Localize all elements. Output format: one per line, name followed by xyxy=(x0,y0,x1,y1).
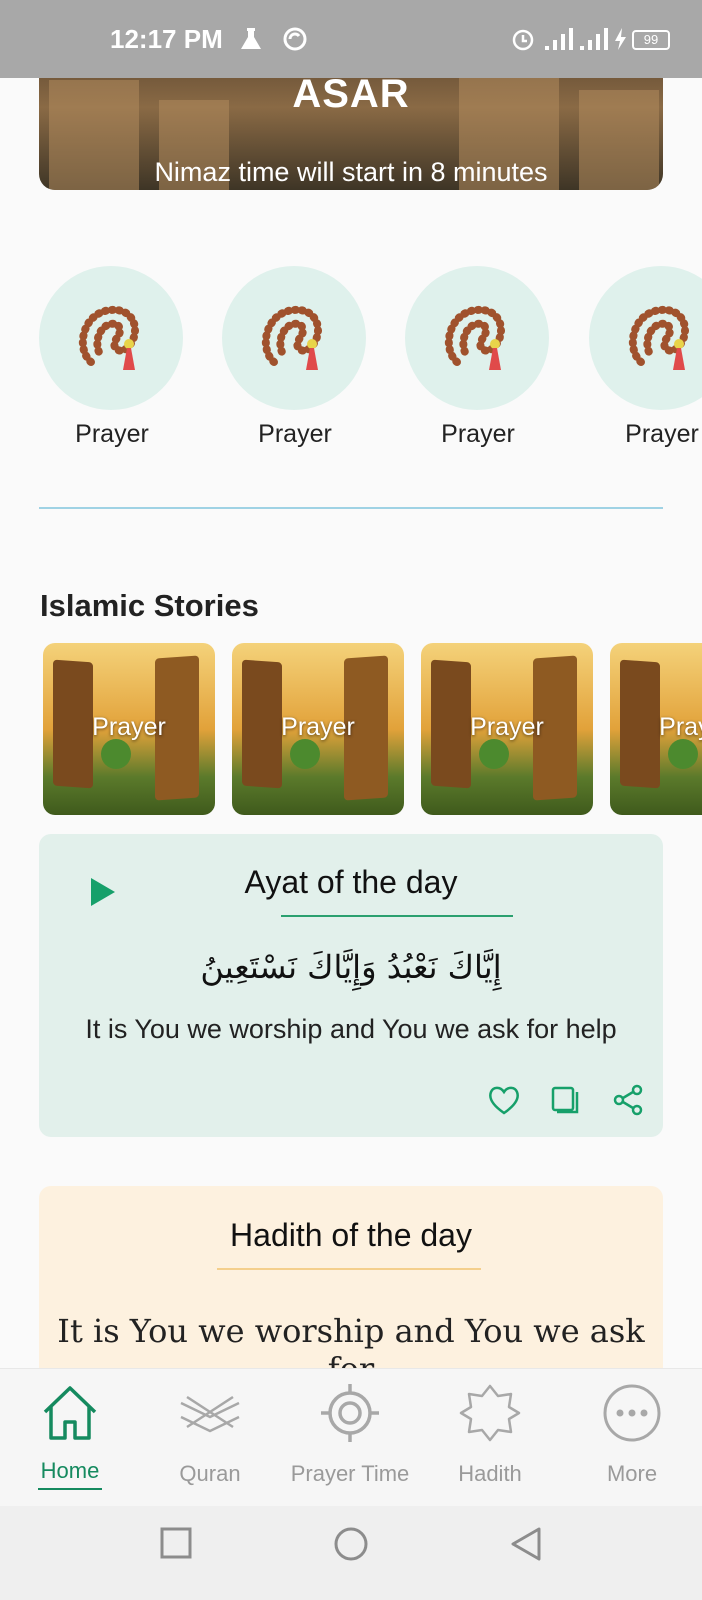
stories-carousel[interactable]: Prayer Prayer Prayer Prayer xyxy=(0,643,702,817)
story-label: Prayer xyxy=(92,713,166,741)
story-label: Prayer xyxy=(659,713,702,741)
nav-label: Hadith xyxy=(458,1461,522,1486)
shortcut-label: Prayer xyxy=(625,420,699,448)
status-time: 12:17 PM xyxy=(110,24,223,54)
story-card[interactable]: Prayer xyxy=(43,643,215,815)
shortcut-prayer[interactable]: Prayer xyxy=(589,266,702,449)
home-circle-icon[interactable] xyxy=(333,1526,369,1562)
shortcut-prayer[interactable]: Prayer xyxy=(222,266,368,449)
prayer-beads-icon xyxy=(628,305,689,370)
sync-circle-icon xyxy=(283,27,307,51)
story-label: Prayer xyxy=(281,713,355,741)
active-underline xyxy=(38,1488,102,1490)
back-triangle-icon[interactable] xyxy=(509,1526,543,1562)
prayer-beads-icon xyxy=(78,305,139,370)
prayer-countdown: Nimaz time will start in 8 minutes xyxy=(154,157,548,187)
quran-icon xyxy=(180,1395,240,1433)
home-screen: ASAR Nimaz time will start in 8 minutes … xyxy=(0,0,702,1600)
system-navigation-bar xyxy=(0,1506,702,1600)
hadith-title-underline xyxy=(217,1268,481,1270)
story-card[interactable]: Prayer xyxy=(610,643,702,815)
nav-home[interactable]: Home xyxy=(0,1369,140,1507)
bottom-navigation: Home Quran Prayer Time Hadith More xyxy=(0,1368,702,1506)
ayat-title-underline xyxy=(281,915,513,917)
prayer-beads-icon xyxy=(261,305,322,370)
shortcut-prayer[interactable]: Prayer xyxy=(39,266,185,449)
charging-icon xyxy=(615,28,626,50)
battery-icon: 99 xyxy=(632,30,670,50)
ayat-of-the-day-card: Ayat of the day إِيَّاكَ نَعْبُدُ وَإِيَ… xyxy=(39,834,663,1137)
copy-icon[interactable] xyxy=(549,1084,581,1116)
star-badge-icon xyxy=(459,1384,521,1442)
target-icon xyxy=(321,1384,379,1442)
islamic-stories-title: Islamic Stories xyxy=(40,588,259,623)
nav-quran[interactable]: Quran xyxy=(140,1369,280,1507)
nav-label: More xyxy=(606,1461,658,1486)
home-icon xyxy=(43,1386,97,1440)
nav-label: Home xyxy=(40,1458,100,1483)
ayat-translation: It is You we worship and You we ask for … xyxy=(85,1014,617,1044)
shortcut-label: Prayer xyxy=(75,420,149,448)
prayer-beads-icon xyxy=(444,305,505,370)
more-icon xyxy=(603,1384,661,1442)
story-label: Prayer xyxy=(470,713,544,741)
flask-icon xyxy=(241,28,261,49)
nav-label: Prayer Time xyxy=(290,1461,410,1486)
ayat-arabic-text: إِيَّاكَ نَعْبُدُ وَإِيَّاكَ نَسْتَعِينُ xyxy=(200,948,502,986)
recents-square-icon[interactable] xyxy=(159,1526,193,1560)
prayer-name: ASAR xyxy=(292,72,410,116)
ayat-title: Ayat of the day xyxy=(244,864,458,900)
nav-more[interactable]: More xyxy=(562,1369,702,1507)
nav-hadith[interactable]: Hadith xyxy=(420,1369,560,1507)
nav-prayer-time[interactable]: Prayer Time xyxy=(280,1369,420,1507)
signal-icon xyxy=(545,28,573,50)
prayer-shortcuts: Prayer Prayer Prayer Prayer xyxy=(0,266,702,449)
shortcut-label: Prayer xyxy=(441,420,515,448)
signal-icon xyxy=(580,28,608,50)
alarm-icon xyxy=(512,29,534,51)
nav-label: Quran xyxy=(179,1461,241,1486)
heart-icon[interactable] xyxy=(487,1084,521,1116)
story-card[interactable]: Prayer xyxy=(421,643,593,815)
share-icon[interactable] xyxy=(611,1084,645,1116)
story-card[interactable]: Prayer xyxy=(232,643,404,815)
shortcut-prayer[interactable]: Prayer xyxy=(405,266,551,449)
status-bar: 12:17 PM 99 xyxy=(0,0,702,78)
shortcut-label: Prayer xyxy=(258,420,332,448)
section-divider xyxy=(39,507,663,509)
hadith-title: Hadith of the day xyxy=(230,1217,472,1253)
